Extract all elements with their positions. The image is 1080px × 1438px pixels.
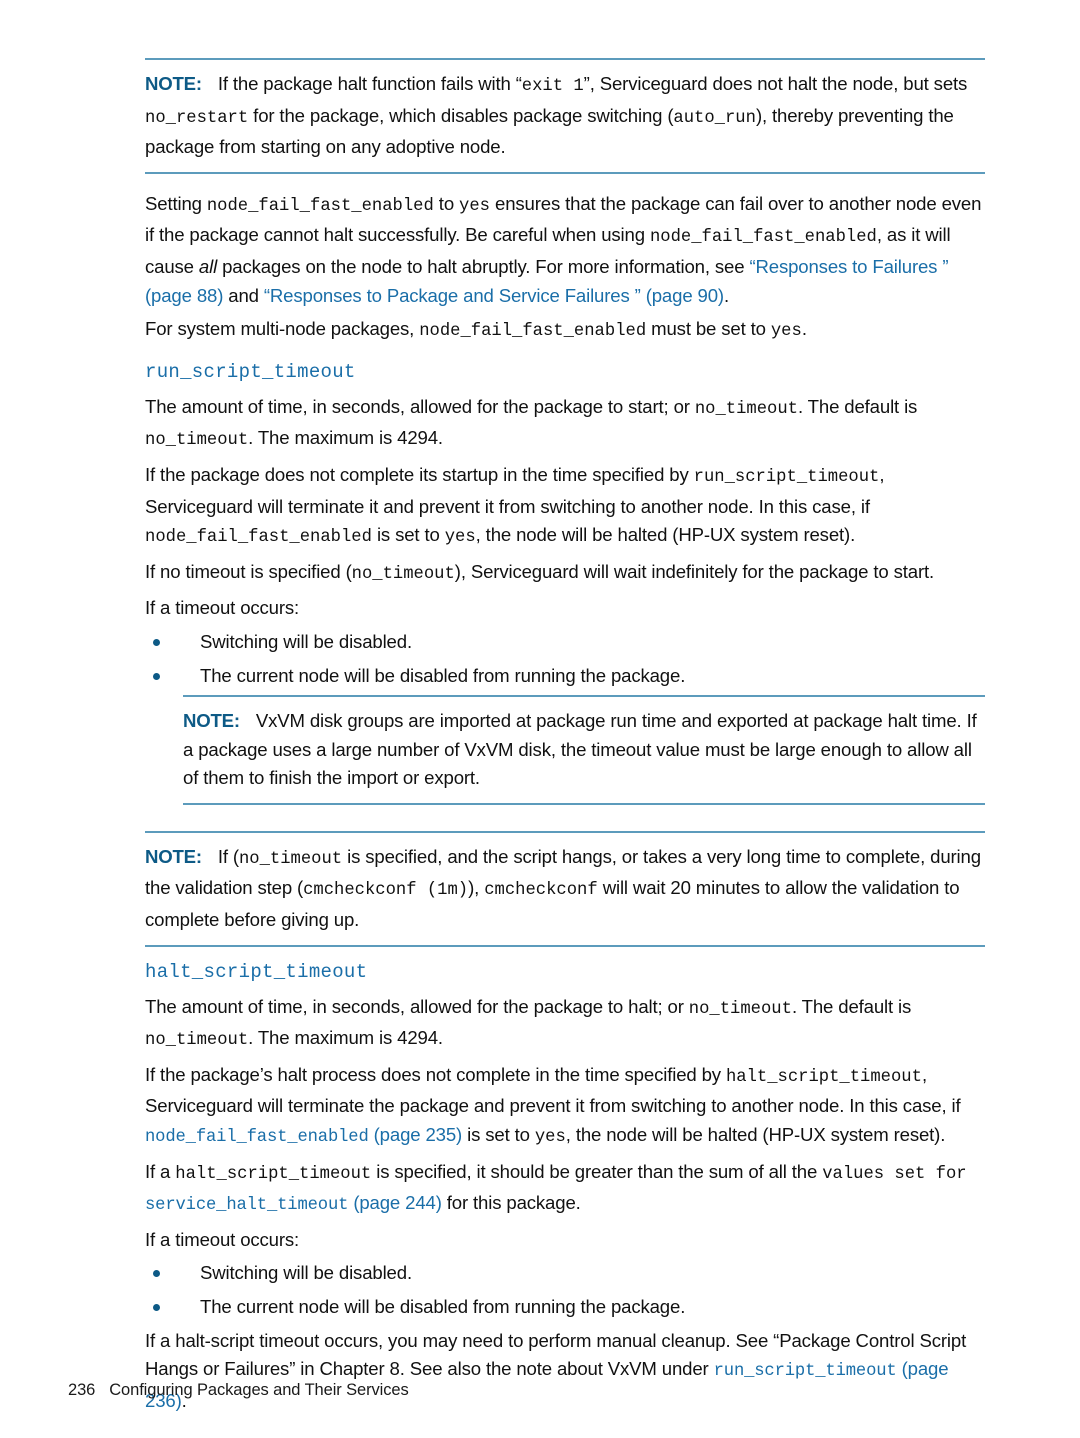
code-no-timeout: no_timeout (238, 849, 343, 869)
code-node-fail-fast-enabled: node_fail_fast_enabled (206, 196, 434, 216)
link-run-script-timeout[interactable]: run_script_timeout (714, 1362, 897, 1381)
paragraph-run-no-timeout-specified: If no timeout is specified (no_timeout),… (145, 558, 985, 590)
code-node-fail-fast-enabled: node_fail_fast_enabled (145, 528, 372, 548)
note-label: NOTE: (145, 73, 202, 94)
link-service-halt-timeout-page[interactable]: (page 244) (348, 1192, 442, 1213)
text-seg: and (223, 284, 264, 306)
paragraph-run-startup-not-complete: If the package does not complete its sta… (145, 461, 985, 553)
text-seg: is set to (462, 1124, 535, 1146)
text-seg: ), Serviceguard will wait indefinitely f… (454, 560, 935, 582)
list-item: Switching will be disabled. (145, 1259, 985, 1288)
code-no-timeout: no_timeout (694, 399, 798, 419)
text-seg: must be set to (646, 318, 771, 340)
paragraph-halt-greater-than-sum: If a halt_script_timeout is specified, i… (145, 1158, 985, 1221)
footer-chapter-title: Configuring Packages and Their Services (109, 1381, 409, 1399)
text-seg: to (433, 192, 460, 214)
code-yes: yes (770, 322, 802, 342)
bullet-list-run-timeout: Switching will be disabled. The current … (145, 628, 985, 690)
note-text-seg: If the package halt function fails with … (217, 73, 522, 94)
text-seg: packages on the node to halt abruptly. F… (217, 255, 750, 277)
text-seg: . The maximum is 4294. (248, 1027, 443, 1049)
text-seg: Setting (145, 192, 207, 214)
note-block-halt-function: NOTE: If the package halt function fails … (145, 58, 985, 174)
page-footer: 236 Configuring Packages and Their Servic… (68, 1381, 409, 1400)
code-cmcheckconf: cmcheckconf (484, 881, 598, 901)
paragraph-halt-if-timeout-occurs: If a timeout occurs: (145, 1228, 300, 1250)
note-text-seg: VxVM disk groups are imported at package… (183, 710, 977, 789)
link-node-fail-fast-enabled-page[interactable]: (page 235) (369, 1124, 463, 1145)
text-seg: . The default is (797, 395, 918, 417)
page-content: NOTE: If the package halt function fails … (145, 58, 985, 1420)
document-page: NOTE: If the package halt function fails … (0, 0, 1080, 1438)
note-label: NOTE: (183, 710, 240, 732)
code-halt-script-timeout: halt_script_timeout (175, 1164, 372, 1184)
code-yes: yes (444, 528, 476, 548)
paragraph-halt-amount-of-time: The amount of time, in seconds, allowed … (145, 993, 985, 1056)
text-seg: If the package’s halt process does not c… (145, 1063, 726, 1085)
code-halt-script-timeout: halt_script_timeout (725, 1067, 922, 1087)
note-block-vxvm-disk-groups: NOTE: VxVM disk groups are imported at pa… (183, 695, 985, 805)
code-no-timeout: no_timeout (351, 564, 455, 584)
heading-run-script-timeout: run_script_timeout (145, 360, 356, 383)
paragraph-run-if-timeout-occurs: If a timeout occurs: (145, 597, 300, 619)
text-seg: is specified, it should be greater than … (371, 1160, 823, 1182)
text-seg: , the node will be halted (HP-UX system … (565, 1124, 946, 1146)
text-seg: . (723, 284, 729, 306)
note-text-seg: If ( (217, 845, 239, 867)
note-text-seg: for the package, which disables package … (248, 104, 674, 126)
code-yes: yes (459, 196, 490, 216)
text-seg: The amount of time, in seconds, allowed … (145, 395, 695, 417)
footer-page-number: 236 (68, 1381, 96, 1399)
code-auto-run: auto_run (673, 108, 756, 128)
code-yes: yes (534, 1128, 566, 1148)
code-node-fail-fast-enabled: node_fail_fast_enabled (649, 228, 877, 248)
paragraph-halt-manual-cleanup: If a halt-script timeout occurs, you may… (145, 1327, 985, 1416)
note-text-seg: ), (468, 877, 485, 899)
code-run-script-timeout: run_script_timeout (693, 467, 880, 487)
link-node-fail-fast-enabled[interactable]: node_fail_fast_enabled (145, 1128, 369, 1147)
heading-halt-script-timeout: halt_script_timeout (145, 960, 368, 983)
text-seg: , the node will be halted (HP-UX system … (475, 524, 856, 546)
code-values-set-for: values set for (822, 1164, 967, 1184)
paragraph-system-multi-node: For system multi-node packages, node_fai… (145, 315, 985, 347)
code-no-timeout: no_timeout (688, 999, 792, 1019)
list-item: The current node will be disabled from r… (145, 662, 985, 691)
text-seg: for this package. (441, 1192, 581, 1214)
code-exit-1: exit 1 (521, 77, 584, 96)
paragraph-node-fail-fast-setting: Setting node_fail_fast_enabled to yes en… (145, 190, 985, 310)
text-seg: . The default is (791, 995, 912, 1017)
list-item: Switching will be disabled. (145, 628, 985, 657)
text-seg: The amount of time, in seconds, allowed … (145, 995, 689, 1017)
emphasis-all: all (198, 255, 218, 277)
note-block-cmcheckconf: NOTE: If (no_timeout is specified, and th… (145, 830, 985, 947)
text-seg: If the package does not complete its sta… (145, 463, 694, 485)
code-no-restart: no_restart (145, 108, 249, 128)
text-seg: . (801, 318, 807, 340)
code-node-fail-fast-enabled: node_fail_fast_enabled (419, 322, 647, 342)
text-seg: For system multi-node packages, (145, 318, 420, 340)
paragraph-halt-process-not-complete: If the package’s halt process does not c… (145, 1061, 985, 1153)
paragraph-run-amount-of-time: The amount of time, in seconds, allowed … (145, 393, 985, 456)
note-body: NOTE: VxVM disk groups are imported at pa… (183, 707, 985, 793)
code-no-timeout: no_timeout (145, 431, 249, 451)
text-seg: is set to (371, 524, 445, 546)
code-no-timeout: no_timeout (145, 1031, 249, 1051)
note-label: NOTE: (145, 845, 202, 867)
note-text-seg: ”, Serviceguard does not halt the node, … (583, 73, 968, 94)
list-item: The current node will be disabled from r… (145, 1293, 985, 1322)
bullet-list-halt-timeout: Switching will be disabled. The current … (145, 1259, 985, 1321)
note-body: NOTE: If (no_timeout is specified, and th… (145, 843, 985, 935)
text-seg: If no timeout is specified ( (145, 560, 352, 582)
link-service-halt-timeout[interactable]: service_halt_timeout (145, 1196, 348, 1215)
text-seg: . The maximum is 4294. (248, 427, 443, 449)
note-body: NOTE: If the package halt function fails … (145, 70, 985, 162)
link-responses-to-package-and-service-failures[interactable]: “Responses to Package and Service Failur… (264, 285, 724, 306)
text-seg: If a (145, 1160, 176, 1182)
code-cmcheckconf-1m: cmcheckconf (1m) (303, 881, 469, 901)
